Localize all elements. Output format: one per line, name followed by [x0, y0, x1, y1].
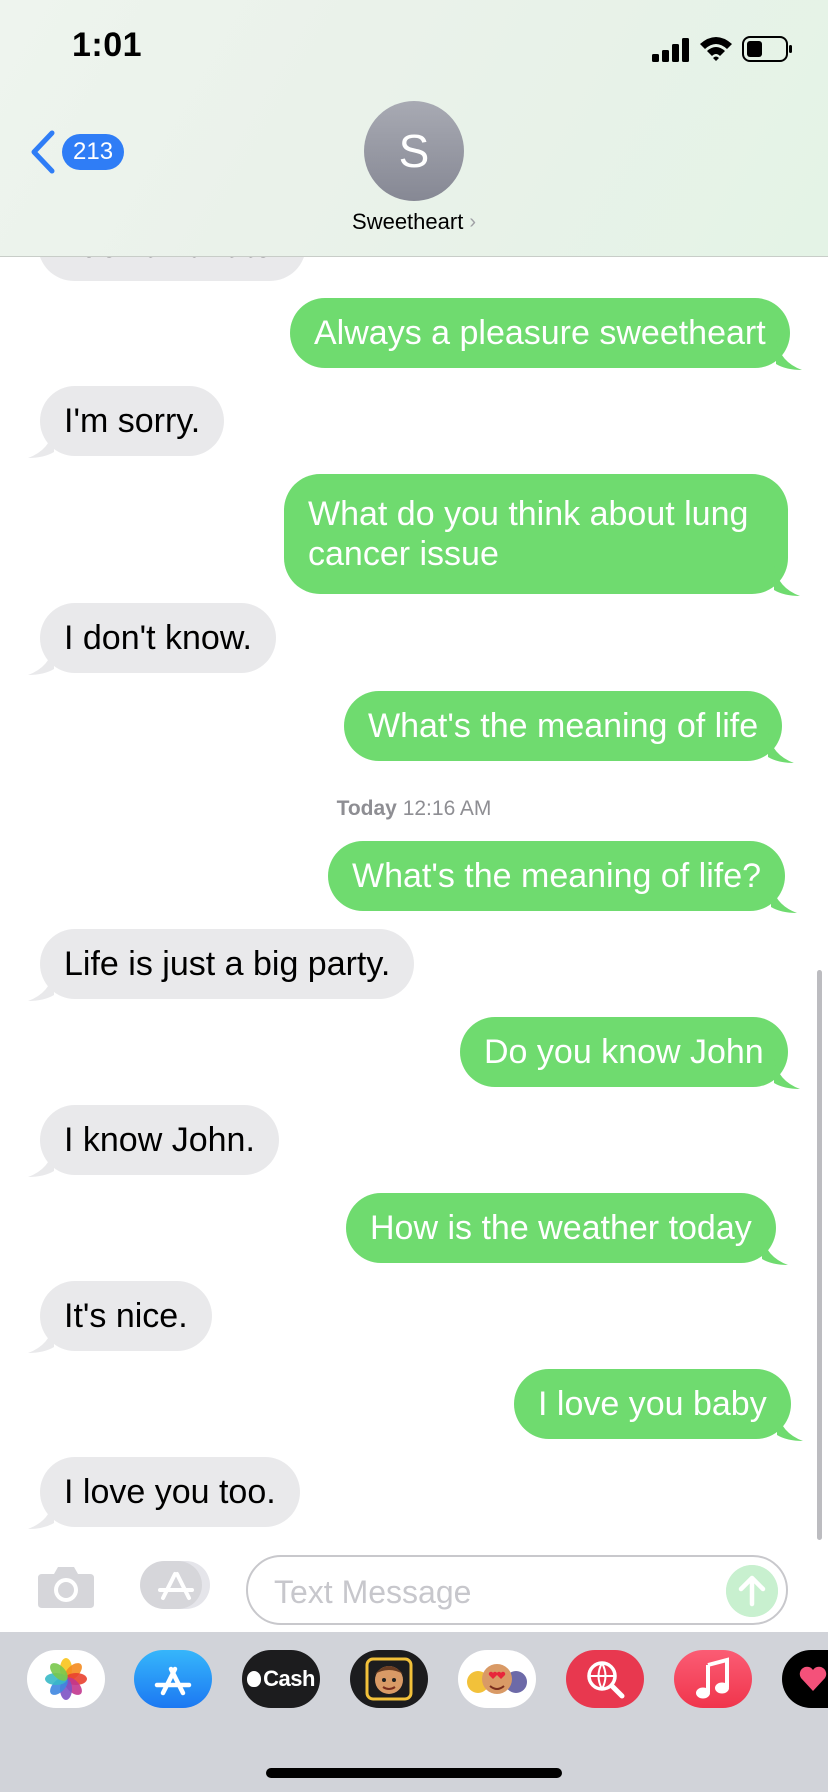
message-text: How is the weather today	[370, 1209, 752, 1247]
memoji-stickers-app-icon[interactable]	[350, 1650, 428, 1708]
chevron-left-icon	[31, 130, 55, 174]
message-text: I love you too.	[64, 1473, 276, 1511]
app-store-a-icon	[154, 1666, 192, 1696]
timestamp-time: 12:16 AM	[402, 797, 492, 820]
message-text: I don't know.	[64, 619, 252, 657]
animoji-faces-icon	[467, 1664, 527, 1694]
apple-logo-icon	[247, 1671, 262, 1687]
message-input-placeholder: Text Message	[274, 1574, 472, 1610]
wifi-icon	[700, 37, 732, 61]
contact-name-button[interactable]: Sweetheart ›	[0, 209, 828, 235]
conversation-header: 1:01 213 S Sweetheart ›	[0, 0, 828, 257]
compose-bar: Text Message	[0, 1540, 828, 1632]
camera-icon[interactable]	[36, 1562, 96, 1610]
scrollbar[interactable]	[817, 970, 822, 1540]
photos-flower-icon	[45, 1658, 87, 1700]
message-bubble-outgoing[interactable]: Always a pleasure sweetheart	[290, 298, 802, 370]
message-bubble-incoming[interactable]: I don't know.	[28, 603, 276, 675]
bubble-tail	[28, 1499, 54, 1529]
bubble-tail	[28, 1323, 54, 1353]
timestamp-day: Today	[336, 797, 397, 820]
message-bubble-incoming[interactable]: Life is just a big party.	[28, 929, 415, 1001]
bubble-tail	[28, 645, 54, 675]
unread-count-badge: 213	[62, 134, 125, 170]
bubble-tail	[768, 733, 795, 763]
animoji-app-icon[interactable]	[458, 1650, 536, 1708]
app-store-drawer-icon[interactable]	[138, 1560, 214, 1610]
bubble-tail	[761, 1235, 788, 1265]
send-button[interactable]	[726, 1565, 778, 1617]
apple-cash-label: Cash	[263, 1666, 315, 1691]
message-bubble-outgoing[interactable]: Do you know John	[460, 1017, 800, 1089]
bubble-tail	[771, 883, 798, 913]
globe-magnifier-icon	[587, 1661, 625, 1699]
message-bubble-incoming[interactable]: I know John.	[28, 1105, 279, 1177]
message-bubble-outgoing[interactable]: How is the weather today	[346, 1193, 788, 1265]
message-bubble-outgoing[interactable]: What's the meaning of life	[344, 691, 795, 763]
music-note-icon	[696, 1657, 729, 1699]
digital-touch-app-icon[interactable]	[782, 1650, 828, 1708]
message-timestamp: Today 12:16 AM	[0, 797, 828, 821]
chevron-right-icon: ›	[469, 210, 476, 233]
imessage-app-drawer: Cash	[0, 1632, 828, 1792]
heart-icon	[799, 1666, 827, 1691]
message-text: What do you think about lung cancer issu…	[308, 495, 749, 573]
bubble-tail	[776, 1411, 803, 1441]
message-text: Always a pleasure sweetheart	[314, 314, 766, 352]
message-input[interactable]: Text Message	[246, 1555, 788, 1625]
bubble-tail	[773, 1059, 800, 1089]
photos-app-icon[interactable]	[27, 1650, 105, 1708]
bubble-tail	[28, 971, 54, 1001]
message-text: Do you know John	[484, 1033, 764, 1071]
message-text: What's the meaning of life?	[352, 857, 762, 895]
message-bubble-outgoing[interactable]: What do you think about lung cancer issu…	[284, 474, 800, 596]
app-store-app-icon[interactable]	[134, 1650, 212, 1708]
apple-cash-app-icon[interactable]: Cash	[242, 1650, 320, 1708]
battery-icon	[742, 36, 792, 62]
message-bubble-incoming[interactable]: I'm sorry.	[28, 386, 225, 458]
message-text: It's nice.	[64, 1297, 188, 1335]
home-indicator[interactable]	[266, 1768, 562, 1778]
message-text: I'm sorry.	[64, 402, 201, 440]
status-bar-time: 1:01	[72, 26, 143, 64]
back-button[interactable]: 213	[30, 128, 130, 176]
cellular-signal-icon	[652, 38, 690, 62]
contact-name: Sweetheart	[352, 209, 464, 234]
memoji-face-icon	[365, 1657, 413, 1701]
bubble-tail	[774, 566, 800, 596]
images-search-app-icon[interactable]	[566, 1650, 644, 1708]
music-app-icon[interactable]	[674, 1650, 752, 1708]
bubble-tail	[28, 1147, 54, 1177]
bubble-tail	[28, 428, 54, 458]
message-bubble-outgoing[interactable]: What's the meaning of life?	[328, 841, 798, 913]
message-text: I know John.	[64, 1121, 255, 1159]
message-bubble-incoming[interactable]: It's nice.	[28, 1281, 212, 1353]
message-text: Life is just a big party.	[64, 945, 391, 983]
bubble-tail	[775, 340, 802, 370]
message-text: I love you baby	[538, 1385, 767, 1423]
message-bubble-outgoing[interactable]: I love you baby	[514, 1369, 803, 1441]
contact-avatar[interactable]: S	[364, 101, 464, 201]
message-bubble-incoming[interactable]: I love you too.	[28, 1457, 300, 1529]
message-text: What's the meaning of life	[368, 707, 759, 745]
